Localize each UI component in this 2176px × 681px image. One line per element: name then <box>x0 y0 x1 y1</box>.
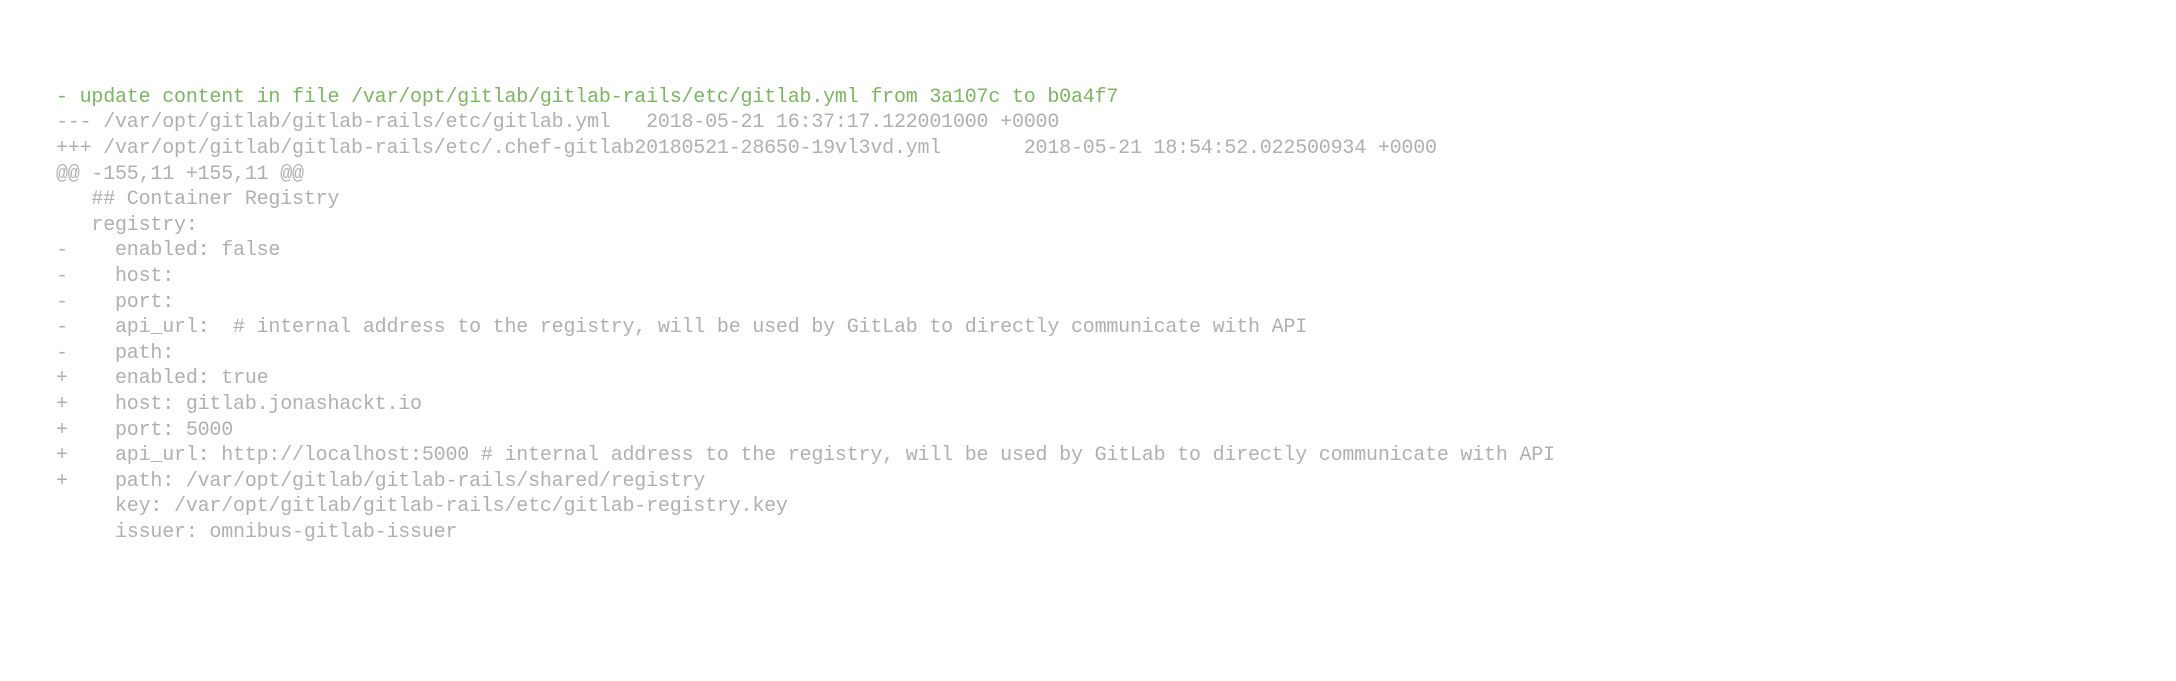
diff-line: ## Container Registry <box>0 187 2176 213</box>
diff-line: + port: 5000 <box>0 418 2176 444</box>
diff-line: issuer: omnibus-gitlab-issuer <box>0 520 2176 546</box>
diff-line: registry: <box>0 213 2176 239</box>
diff-line: key: /var/opt/gitlab/gitlab-rails/etc/gi… <box>0 494 2176 520</box>
diff-line: + host: gitlab.jonashackt.io <box>0 392 2176 418</box>
diff-output: - update content in file /var/opt/gitlab… <box>0 85 2176 546</box>
diff-line: - api_url: # internal address to the reg… <box>0 315 2176 341</box>
diff-line: + enabled: true <box>0 366 2176 392</box>
diff-line: - update content in file /var/opt/gitlab… <box>0 85 2176 111</box>
diff-line: --- /var/opt/gitlab/gitlab-rails/etc/git… <box>0 110 2176 136</box>
diff-line: +++ /var/opt/gitlab/gitlab-rails/etc/.ch… <box>0 136 2176 162</box>
diff-line: - host: <box>0 264 2176 290</box>
diff-line: @@ -155,11 +155,11 @@ <box>0 162 2176 188</box>
diff-line: - enabled: false <box>0 238 2176 264</box>
diff-line: - port: <box>0 290 2176 316</box>
diff-line: - path: <box>0 341 2176 367</box>
diff-line: + api_url: http://localhost:5000 # inter… <box>0 443 2176 469</box>
diff-line: + path: /var/opt/gitlab/gitlab-rails/sha… <box>0 469 2176 495</box>
